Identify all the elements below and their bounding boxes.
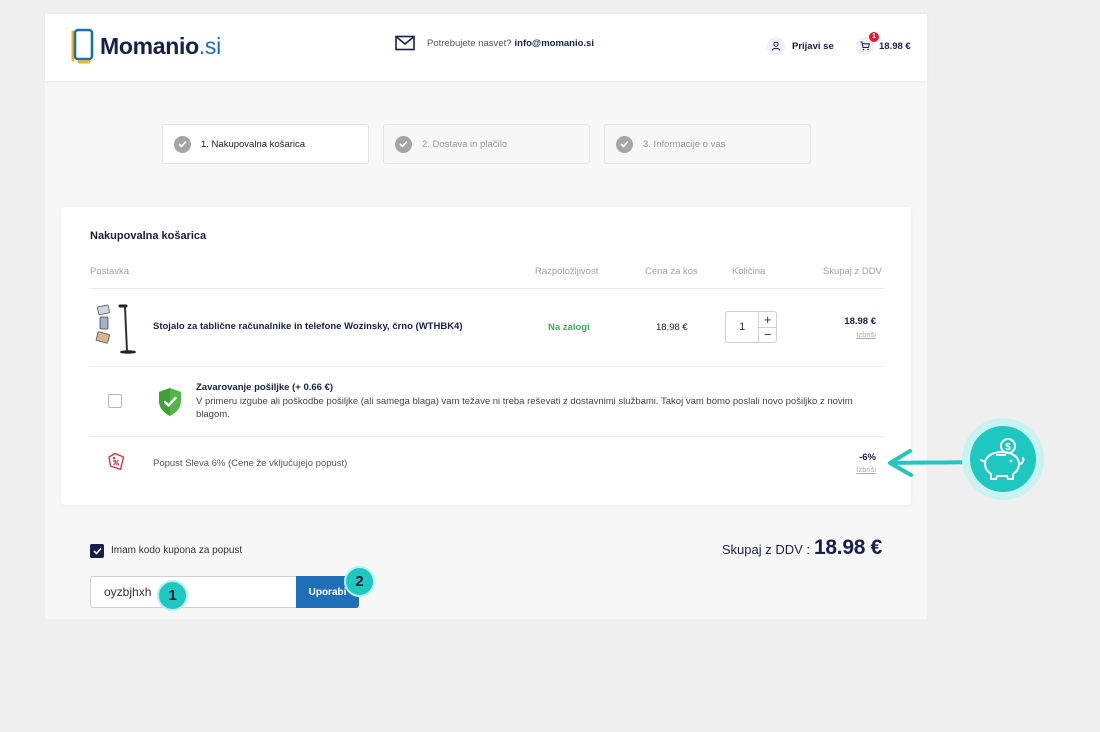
step-label: 3. Informacije o vas	[643, 138, 726, 150]
check-icon	[395, 135, 412, 153]
cart-card: Nakupovalna košarica Postavka Razpoložlj…	[61, 207, 911, 505]
mail-icon	[395, 35, 415, 51]
column-header-item: Postavka	[90, 266, 130, 277]
help-email-link[interactable]: info@momanio.si	[515, 38, 594, 49]
cart-button[interactable]: 1 18.98 €	[856, 32, 911, 55]
insurance-description: V primeru izgube ali poškodbe pošiljke (…	[196, 396, 853, 420]
checkout-steps: 1. Nakupovalna košarica 2. Dostava in pl…	[162, 124, 825, 164]
unit-price: 18.98 €	[656, 322, 688, 333]
divider	[90, 288, 884, 289]
step-delivery-payment[interactable]: 2. Dostava in plačilo	[383, 124, 590, 164]
piggy-bank-icon: $	[980, 438, 1025, 480]
logo-text: Momanio.si	[100, 32, 221, 59]
product-name-link[interactable]: Stojalo za tablične računalnike in telef…	[153, 321, 463, 332]
cart-total: 18.98 €	[879, 40, 911, 52]
column-header-unit-price: Cena za kos	[645, 266, 698, 277]
column-header-quantity: Količina	[732, 266, 766, 277]
delete-discount-link[interactable]: Izbriši	[856, 465, 876, 474]
login-label: Prijavi se	[792, 40, 834, 52]
check-icon	[92, 547, 102, 555]
annotation-arrow-icon	[888, 449, 972, 477]
help-text: Potrebujete nasvet?	[427, 37, 512, 49]
quantity-increase-button[interactable]: +	[758, 312, 776, 327]
user-icon	[767, 37, 785, 55]
coupon-checkbox-label: Imam kodo kupona za popust	[111, 545, 243, 556]
discount-label: Popust Sleva 6% (Cene že vključujejo pop…	[153, 458, 348, 469]
step-label: 1. Nakupovalna košarica	[201, 138, 306, 150]
insurance-checkbox[interactable]	[108, 394, 122, 408]
cart-count-badge: 1	[869, 32, 879, 42]
check-icon	[174, 135, 191, 153]
quantity-stepper: 1 + −	[725, 311, 777, 343]
coupon-code-input[interactable]	[90, 576, 298, 608]
step-label: 2. Dostava in plačilo	[422, 138, 508, 150]
annotation-badge: $	[962, 418, 1044, 500]
quantity-buttons: + −	[758, 312, 776, 342]
line-total: 18.98 €	[844, 316, 876, 327]
login-link[interactable]: Prijavi se	[767, 37, 834, 55]
site-logo[interactable]: Momanio.si	[69, 28, 221, 64]
divider	[90, 366, 884, 367]
quantity-input[interactable]: 1	[726, 312, 758, 342]
delete-item-link[interactable]: Izbriši	[856, 330, 876, 339]
order-total: Skupaj z DDV : 18.98 €	[722, 536, 882, 560]
check-icon	[616, 135, 633, 153]
step-customer-info[interactable]: 3. Informacije o vas	[604, 124, 811, 164]
annotation-marker-1: 1	[157, 580, 188, 611]
availability-status: Na zalogi	[548, 322, 590, 333]
column-header-availability: Razpoložljivost	[535, 266, 599, 277]
column-header-total: Skupaj z DDV	[822, 266, 882, 277]
quantity-decrease-button[interactable]: −	[758, 326, 776, 342]
coupon-checkbox[interactable]	[90, 544, 104, 558]
discount-tag-icon	[108, 452, 125, 471]
discount-value: -6%	[859, 452, 876, 463]
product-image[interactable]	[94, 303, 138, 355]
site-header: Momanio.si Potrebujete nasvet? info@moma…	[45, 14, 927, 81]
shield-check-icon	[159, 388, 181, 416]
order-total-value: 18.98 €	[814, 536, 882, 559]
insurance-title: Zavarovanje pošiljke (+ 0.66 €)	[196, 382, 334, 393]
phone-logo-icon	[71, 28, 94, 64]
help-contact: Potrebujete nasvet? info@momanio.si	[395, 35, 594, 51]
order-total-label: Skupaj z DDV :	[721, 542, 811, 557]
cart-icon: 1	[856, 32, 879, 55]
annotation-marker-2: 2	[344, 566, 375, 597]
checkout-page: Momanio.si Potrebujete nasvet? info@moma…	[45, 14, 927, 619]
divider	[90, 436, 884, 437]
step-cart[interactable]: 1. Nakupovalna košarica	[162, 124, 369, 164]
cart-title: Nakupovalna košarica	[90, 230, 207, 242]
